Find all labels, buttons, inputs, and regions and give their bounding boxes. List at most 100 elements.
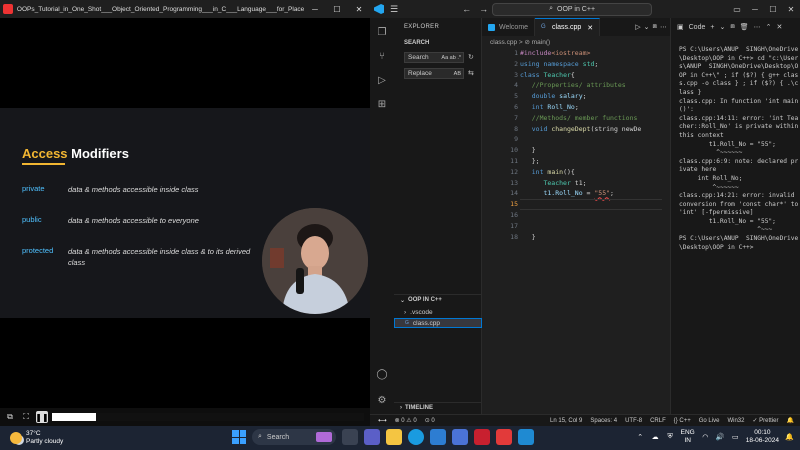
chevron-down-icon[interactable]: ⌄ <box>644 23 650 31</box>
extensions-icon[interactable]: ⊞ <box>376 98 388 110</box>
tab-welcome[interactable]: Welcome <box>482 18 536 36</box>
add-terminal-icon[interactable]: + <box>710 24 714 31</box>
close-icon[interactable]: ✕ <box>782 0 800 18</box>
chevron-right-icon: › <box>404 308 407 316</box>
search-options[interactable]: Aa ab .* <box>441 55 461 61</box>
weather-widget[interactable]: 37°C Partly cloudy <box>10 430 63 446</box>
language-indicator[interactable]: ENG IN <box>681 429 695 445</box>
forward-arrow-icon[interactable]: → <box>479 4 488 14</box>
close-tab-icon[interactable]: ✕ <box>587 24 593 32</box>
refresh-icon[interactable]: ↻ <box>468 53 478 63</box>
notifications-icon[interactable]: 🔔 <box>785 433 794 442</box>
vscode-tab-icon <box>488 23 495 31</box>
code-line: 16 <box>510 210 518 219</box>
settings-gear-icon[interactable]: ⚙ <box>376 394 388 406</box>
split-terminal-icon[interactable]: ⧈ <box>730 23 734 31</box>
system-tray: ⌃ ☁ ⛨ ENG IN ◠ 🔊 ▭ 00:10 18-06-2024 🔔 <box>636 429 794 445</box>
vscode-titlebar: ☰ ← → ⌕ OOP in C++ ▭ ─ ☐ ✕ <box>370 0 800 18</box>
tree-item-class-cpp[interactable]: G class.cpp <box>394 318 482 328</box>
code-area[interactable]: 1 #include<iostream> 2 using namespace std… <box>482 48 670 242</box>
edge-icon[interactable] <box>408 429 424 445</box>
layout-icon[interactable]: ▭ <box>728 0 746 18</box>
maximize-icon[interactable]: ☐ <box>326 0 348 18</box>
code-line: 1 #include<iostream> <box>514 49 591 57</box>
explorer-sidebar: EXPLORER SEARCH Search Aa ab .* ↻ Replac… <box>394 18 482 414</box>
code-line: 3 class Teacher{ <box>514 70 575 79</box>
account-icon[interactable]: ◯ <box>376 368 388 380</box>
file-explorer-icon[interactable] <box>386 429 402 445</box>
replace-all-icon[interactable]: ⇆ <box>468 69 478 79</box>
cursor-position[interactable]: Ln 15, Col 9 <box>550 418 582 424</box>
chevron-down-icon[interactable]: ⌄ <box>719 23 725 31</box>
cloud-icon[interactable]: ☁ <box>651 433 660 442</box>
ports-status[interactable]: ⊙ 0 <box>425 417 435 424</box>
prettier-status[interactable]: ✓ Prettier <box>752 417 778 424</box>
video-frame[interactable]: Access Modifiers private data & methods a… <box>0 18 370 408</box>
cpp-file-icon: G <box>405 320 409 326</box>
fullscreen-icon[interactable]: ⛶ <box>20 411 32 423</box>
chevron-up-icon[interactable]: ⌃ <box>766 23 772 31</box>
clock[interactable]: 00:10 18-06-2024 <box>746 429 779 445</box>
chevron-up-icon[interactable]: ⌃ <box>636 433 645 442</box>
platform-status[interactable]: Win32 <box>727 418 744 424</box>
close-icon[interactable]: ✕ <box>348 0 370 18</box>
pip-icon[interactable]: ⧉ <box>4 411 16 423</box>
explorer-icon[interactable]: ❐ <box>376 26 388 38</box>
store-icon[interactable] <box>430 429 446 445</box>
more-actions-icon[interactable]: ⋯ <box>754 23 761 31</box>
progress-track[interactable] <box>96 413 364 421</box>
pause-icon[interactable]: ❚❚ <box>35 411 49 423</box>
windows-start-icon[interactable] <box>232 430 246 444</box>
battery-icon[interactable]: ▭ <box>731 433 740 442</box>
media-player-icon[interactable] <box>496 429 512 445</box>
source-control-icon[interactable]: ⑂ <box>376 50 388 62</box>
task-view-icon[interactable] <box>342 429 358 445</box>
code-line: 8 void changeDept(string newDe <box>514 124 642 133</box>
tree-item-vscode[interactable]: › .vscode <box>394 307 482 317</box>
go-live-button[interactable]: Go Live <box>699 418 720 424</box>
problems-status[interactable]: ⊗ 0 ⚠ 0 <box>395 417 417 424</box>
editor-tabs: Welcome G class.cpp ✕ ▷ ⌄ ⧈ ⋯ <box>482 18 670 36</box>
terminal-header: ▣ Code + ⌄ ⧈ 🗑 ⋯ ⌃ ✕ <box>671 18 800 36</box>
search-input[interactable]: Search Aa ab .* <box>404 52 464 63</box>
more-actions-icon[interactable]: ⋯ <box>660 23 667 31</box>
vscode-taskbar-icon[interactable] <box>518 429 534 445</box>
trash-icon[interactable]: 🗑 <box>740 23 749 31</box>
run-debug-icon[interactable]: ▷ <box>376 74 388 86</box>
replace-input[interactable]: Replace AB <box>404 68 464 79</box>
editor-app-icon[interactable] <box>452 429 468 445</box>
code-line: 14 t1.Roll_No = "55"; <box>510 189 614 198</box>
shield-icon[interactable]: ⛨ <box>666 433 675 442</box>
timeline-section[interactable]: › TIMELINE <box>394 402 482 413</box>
code-line: 9 <box>514 135 518 144</box>
notifications-bell-icon[interactable]: 🔔 <box>787 417 794 424</box>
terminal-output[interactable]: PS C:\Users\ANUP SINGH\OneDrive\Desktop\… <box>679 46 799 252</box>
remote-icon[interactable]: ⟷ <box>378 417 387 424</box>
close-icon[interactable]: ✕ <box>777 23 783 31</box>
replace-options[interactable]: AB <box>454 71 461 77</box>
volume-icon[interactable]: 🔊 <box>716 433 725 442</box>
mcafee-icon[interactable] <box>474 429 490 445</box>
code-line: 13 Teacher t1; <box>510 178 587 187</box>
minimize-icon[interactable]: ─ <box>304 0 326 18</box>
breadcrumb[interactable]: class.cpp > ⊘ main() <box>490 38 550 46</box>
language-mode[interactable]: {} C++ <box>674 418 691 424</box>
taskbar-search[interactable]: ⌕ Search <box>252 429 336 445</box>
line-ending[interactable]: CRLF <box>650 418 666 424</box>
menu-icon[interactable]: ☰ <box>390 4 398 15</box>
progress-played[interactable] <box>52 413 96 421</box>
wifi-icon[interactable]: ◠ <box>701 433 710 442</box>
minimize-icon[interactable]: ─ <box>746 0 764 18</box>
meet-icon[interactable] <box>364 429 380 445</box>
command-center[interactable]: ⌕ OOP in C++ <box>492 2 653 16</box>
run-icon[interactable]: ▷ <box>635 23 640 31</box>
indentation[interactable]: Spaces: 4 <box>590 418 617 424</box>
terminal-label[interactable]: Code <box>689 24 706 31</box>
split-editor-icon[interactable]: ⧈ <box>653 23 657 31</box>
tab-class-cpp[interactable]: G class.cpp ✕ <box>535 18 601 36</box>
maximize-icon[interactable]: ☐ <box>764 0 782 18</box>
folder-section[interactable]: ⌄ OOP IN C++ <box>394 294 482 305</box>
terminal-icon[interactable]: ▣ <box>677 23 684 31</box>
encoding[interactable]: UTF-8 <box>625 418 642 424</box>
back-arrow-icon[interactable]: ← <box>462 4 471 14</box>
